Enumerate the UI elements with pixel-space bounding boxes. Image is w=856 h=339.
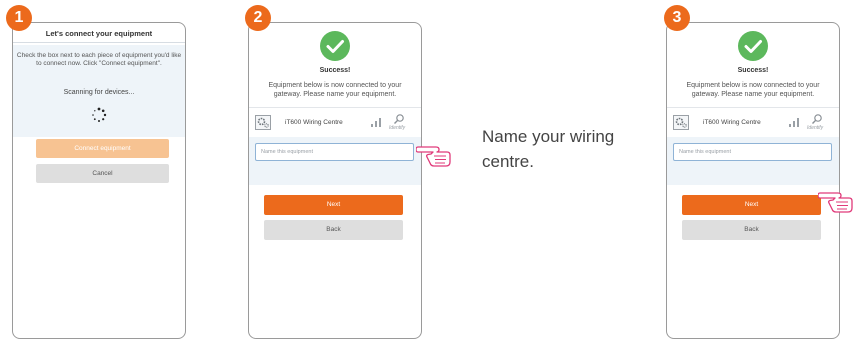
pointing-hand-icon — [416, 146, 451, 167]
step-3-badge: 3 — [664, 5, 690, 31]
identify-icon[interactable] — [393, 113, 405, 125]
back-button[interactable]: Back — [682, 220, 821, 240]
phone-step-2: Success! Equipment below is now connecte… — [248, 22, 422, 339]
success-message: Equipment below is now connected to your… — [268, 82, 402, 98]
identify-label[interactable]: Identify — [389, 125, 405, 131]
success-check-icon — [320, 31, 350, 61]
identify-label[interactable]: Identify — [807, 125, 823, 131]
phone-step-3: Success! Equipment below is now connecte… — [666, 22, 840, 339]
connect-equipment-button[interactable]: Connect equipment — [36, 139, 169, 158]
signal-icon — [789, 118, 799, 127]
identify-icon[interactable] — [811, 113, 823, 125]
header-divider — [13, 42, 185, 43]
success-check-icon — [738, 31, 768, 61]
success-title: Success! — [737, 67, 769, 74]
instruction-text: Name your wiring centre. — [482, 127, 615, 171]
next-button[interactable]: Next — [264, 195, 403, 215]
naming-panel: Name this equipment — [667, 137, 839, 185]
pointing-hand-icon — [818, 192, 853, 213]
success-message: Equipment below is now connected to your… — [686, 82, 820, 98]
next-button[interactable]: Next — [682, 195, 821, 215]
back-button[interactable]: Back — [264, 220, 403, 240]
device-row: iT600 Wiring Centre Identify — [667, 107, 839, 138]
step-2-badge: 2 — [245, 5, 271, 31]
cancel-button[interactable]: Cancel — [36, 164, 169, 183]
success-title: Success! — [319, 67, 351, 74]
phone-step-1: Let's connect your equipment Check the b… — [12, 22, 186, 339]
signal-icon — [371, 118, 381, 127]
equipment-name-input[interactable]: Name this equipment — [673, 143, 832, 161]
equipment-name-input[interactable]: Name this equipment — [255, 143, 414, 161]
scanning-status: Scanning for devices... — [63, 89, 135, 96]
spinner-icon — [92, 107, 107, 122]
gear-icon[interactable] — [673, 115, 689, 130]
device-name: iT600 Wiring Centre — [703, 119, 761, 126]
instructions-text: Check the box next to each piece of equi… — [16, 52, 182, 67]
device-row: iT600 Wiring Centre Identify — [249, 107, 421, 138]
scan-panel: Check the box next to each piece of equi… — [13, 45, 185, 137]
device-name: iT600 Wiring Centre — [285, 119, 343, 126]
page-title: Let's connect your equipment — [45, 29, 153, 38]
naming-panel: Name this equipment — [249, 137, 421, 185]
gear-icon[interactable] — [255, 115, 271, 130]
step-1-badge: 1 — [6, 5, 32, 31]
